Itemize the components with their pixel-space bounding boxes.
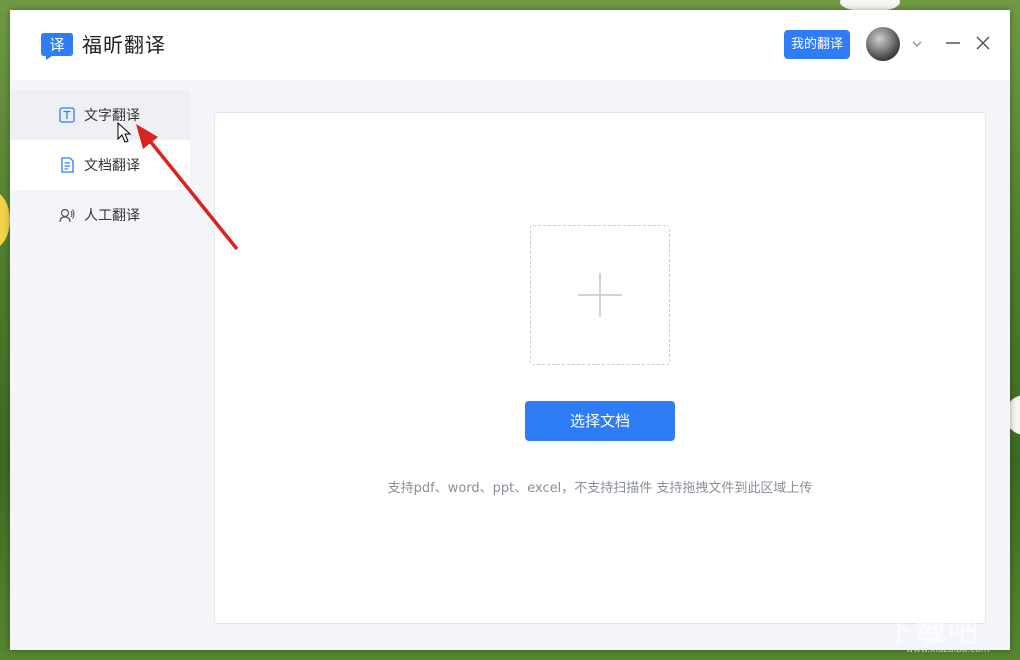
select-document-button[interactable]: 选择文档 xyxy=(525,401,675,441)
text-T-icon xyxy=(59,107,75,123)
sidebar-item-text-translate[interactable]: 文字翻译 xyxy=(10,90,190,140)
sidebar-item-human-translate[interactable]: 人工翻译 xyxy=(10,190,190,240)
close-icon[interactable] xyxy=(974,34,992,52)
chevron-down-icon[interactable] xyxy=(911,38,923,50)
sidebar-item-label: 文档翻译 xyxy=(84,158,140,174)
watermark-logo: 下载吧 xyxy=(884,614,980,649)
app-title: 福昕翻译 xyxy=(82,33,166,57)
sidebar-item-document-translate[interactable]: 文档翻译 xyxy=(10,140,190,190)
user-avatar[interactable] xyxy=(866,27,900,61)
sidebar-item-label: 人工翻译 xyxy=(84,208,140,224)
document-icon xyxy=(61,157,74,173)
file-drop-zone[interactable] xyxy=(530,225,670,365)
sidebar: 文字翻译 文档翻译 人工翻译 xyxy=(10,80,190,650)
translate-logo-icon: 译 xyxy=(41,33,73,60)
main-content: 选择文档 支持pdf、word、ppt、excel，不支持扫描件 支持拖拽文件到… xyxy=(190,80,1010,650)
minimize-icon[interactable] xyxy=(944,34,962,52)
upload-panel[interactable]: 选择文档 支持pdf、word、ppt、excel，不支持扫描件 支持拖拽文件到… xyxy=(214,112,986,624)
app-window: 译 福昕翻译 我的翻译 文字翻译 文档翻译 人工翻译 选择文档 支持pdf、wo… xyxy=(10,10,1010,650)
my-translate-button[interactable]: 我的翻译 xyxy=(784,30,850,59)
mouse-cursor-icon xyxy=(117,122,132,143)
title-bar: 译 福昕翻译 我的翻译 xyxy=(10,10,1010,80)
watermark-url: www.xiazaiba.com xyxy=(906,645,990,655)
logo-glyph: 译 xyxy=(49,36,64,54)
upload-hint-text: 支持pdf、word、ppt、excel，不支持扫描件 支持拖拽文件到此区域上传 xyxy=(387,481,813,496)
background-flower xyxy=(0,190,10,250)
human-voice-icon xyxy=(59,208,75,223)
plus-icon xyxy=(578,273,622,317)
